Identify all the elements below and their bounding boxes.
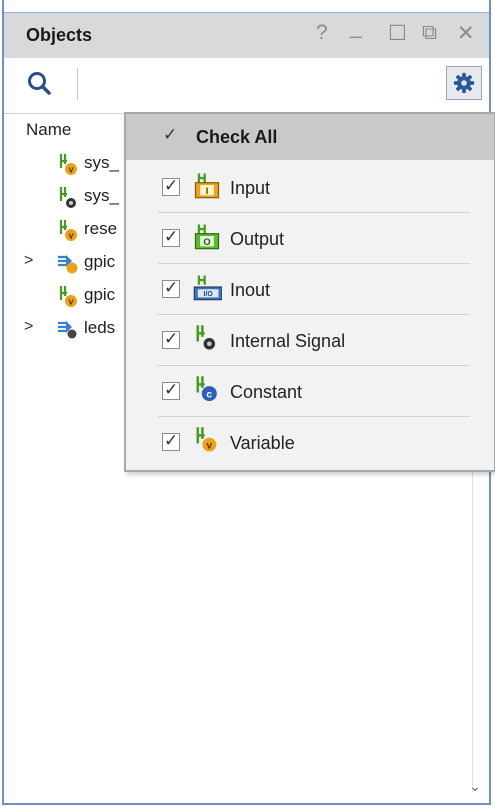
tree-row-label: gpic bbox=[84, 252, 116, 271]
filter-checkbox[interactable] bbox=[162, 380, 180, 400]
constant-icon: c bbox=[196, 376, 217, 402]
filter-checkbox[interactable] bbox=[162, 329, 180, 349]
variable-signal-icon: v bbox=[59, 286, 77, 307]
filter-option-output[interactable]: O Output bbox=[126, 213, 494, 263]
internal-signal-icon bbox=[59, 187, 76, 208]
output-port-icon: O bbox=[194, 224, 220, 250]
variable-signal-icon: v bbox=[59, 154, 77, 175]
filter-option-label: Internal Signal bbox=[230, 331, 346, 351]
filter-option-label: Output bbox=[230, 229, 285, 249]
expand-chevron-icon[interactable]: > bbox=[24, 252, 33, 270]
name-column-header[interactable]: Name bbox=[26, 120, 71, 140]
object-filter-menu: Check All I Input O Output I/O Inout Internal … bbox=[124, 112, 495, 472]
filter-settings-button[interactable] bbox=[446, 66, 482, 100]
svg-text:v: v bbox=[68, 165, 73, 175]
bus-variable-icon bbox=[58, 255, 78, 274]
minimize-button[interactable]: _ bbox=[350, 16, 362, 40]
expand-chevron-icon[interactable]: > bbox=[24, 318, 33, 336]
filter-checkbox[interactable] bbox=[162, 278, 180, 298]
svg-text:c: c bbox=[206, 390, 212, 401]
maximize-button[interactable]: ☐ bbox=[388, 21, 407, 46]
tree-row[interactable]: sys_ bbox=[4, 183, 129, 213]
check-all-label: Check All bbox=[196, 127, 278, 147]
check-all-option[interactable]: Check All bbox=[126, 114, 494, 160]
tree-row[interactable]: v sys_ bbox=[4, 150, 129, 180]
filter-option-label: Input bbox=[230, 178, 271, 198]
panel-title: Objects bbox=[26, 25, 93, 45]
tree-row-label: sys_ bbox=[84, 153, 119, 172]
check-all-checkbox[interactable] bbox=[162, 125, 180, 146]
inout-port-icon: I/O bbox=[193, 275, 222, 301]
filter-option-constant[interactable]: c Constant bbox=[126, 366, 494, 416]
tree-row[interactable]: v rese bbox=[4, 216, 129, 246]
search-icon[interactable] bbox=[26, 70, 52, 96]
svg-text:v: v bbox=[68, 297, 73, 307]
filter-option-input[interactable]: I Input bbox=[126, 162, 494, 212]
close-button[interactable]: ✕ bbox=[457, 21, 475, 46]
filter-option-inout[interactable]: I/O Inout bbox=[126, 264, 494, 314]
svg-text:I: I bbox=[206, 186, 209, 196]
tree-row-label: sys_ bbox=[84, 186, 119, 205]
gear-icon bbox=[453, 72, 475, 94]
tree-row[interactable]: v gpic bbox=[4, 282, 129, 312]
variable-signal-icon: v bbox=[59, 220, 77, 241]
panel-titlebar: Objects ? _ ☐ ⧉ ✕ bbox=[4, 12, 489, 58]
filter-option-label: Inout bbox=[230, 280, 271, 300]
svg-text:I/O: I/O bbox=[204, 291, 214, 298]
filter-option-variable[interactable]: v Variable bbox=[126, 417, 494, 467]
filter-checkbox[interactable] bbox=[162, 176, 180, 196]
filter-option-label: Constant bbox=[230, 382, 303, 402]
bus-internal-icon bbox=[58, 321, 77, 339]
panel-toolbar bbox=[4, 58, 489, 114]
svg-text:O: O bbox=[203, 237, 210, 247]
filter-option-internal-signal[interactable]: Internal Signal bbox=[126, 315, 494, 365]
float-button[interactable]: ⧉ bbox=[422, 21, 437, 45]
svg-text:v: v bbox=[68, 231, 73, 241]
tree-row-label: leds bbox=[84, 318, 116, 337]
help-button[interactable]: ? bbox=[316, 21, 328, 45]
filter-checkbox[interactable] bbox=[162, 227, 180, 247]
input-port-icon: I bbox=[194, 173, 220, 199]
tree-row-label: gpic bbox=[84, 285, 116, 304]
scroll-down-chevron[interactable]: ⌄ bbox=[469, 778, 481, 795]
filter-option-label: Variable bbox=[230, 433, 295, 453]
internal-signal-icon bbox=[196, 325, 216, 350]
filter-checkbox[interactable] bbox=[162, 431, 180, 451]
tree-row[interactable]: > gpic bbox=[4, 249, 129, 279]
tree-row[interactable]: > leds bbox=[4, 315, 129, 345]
tree-row-label: rese bbox=[84, 219, 118, 238]
variable-icon: v bbox=[196, 427, 217, 452]
svg-text:v: v bbox=[206, 441, 212, 452]
toolbar-separator bbox=[77, 68, 78, 100]
